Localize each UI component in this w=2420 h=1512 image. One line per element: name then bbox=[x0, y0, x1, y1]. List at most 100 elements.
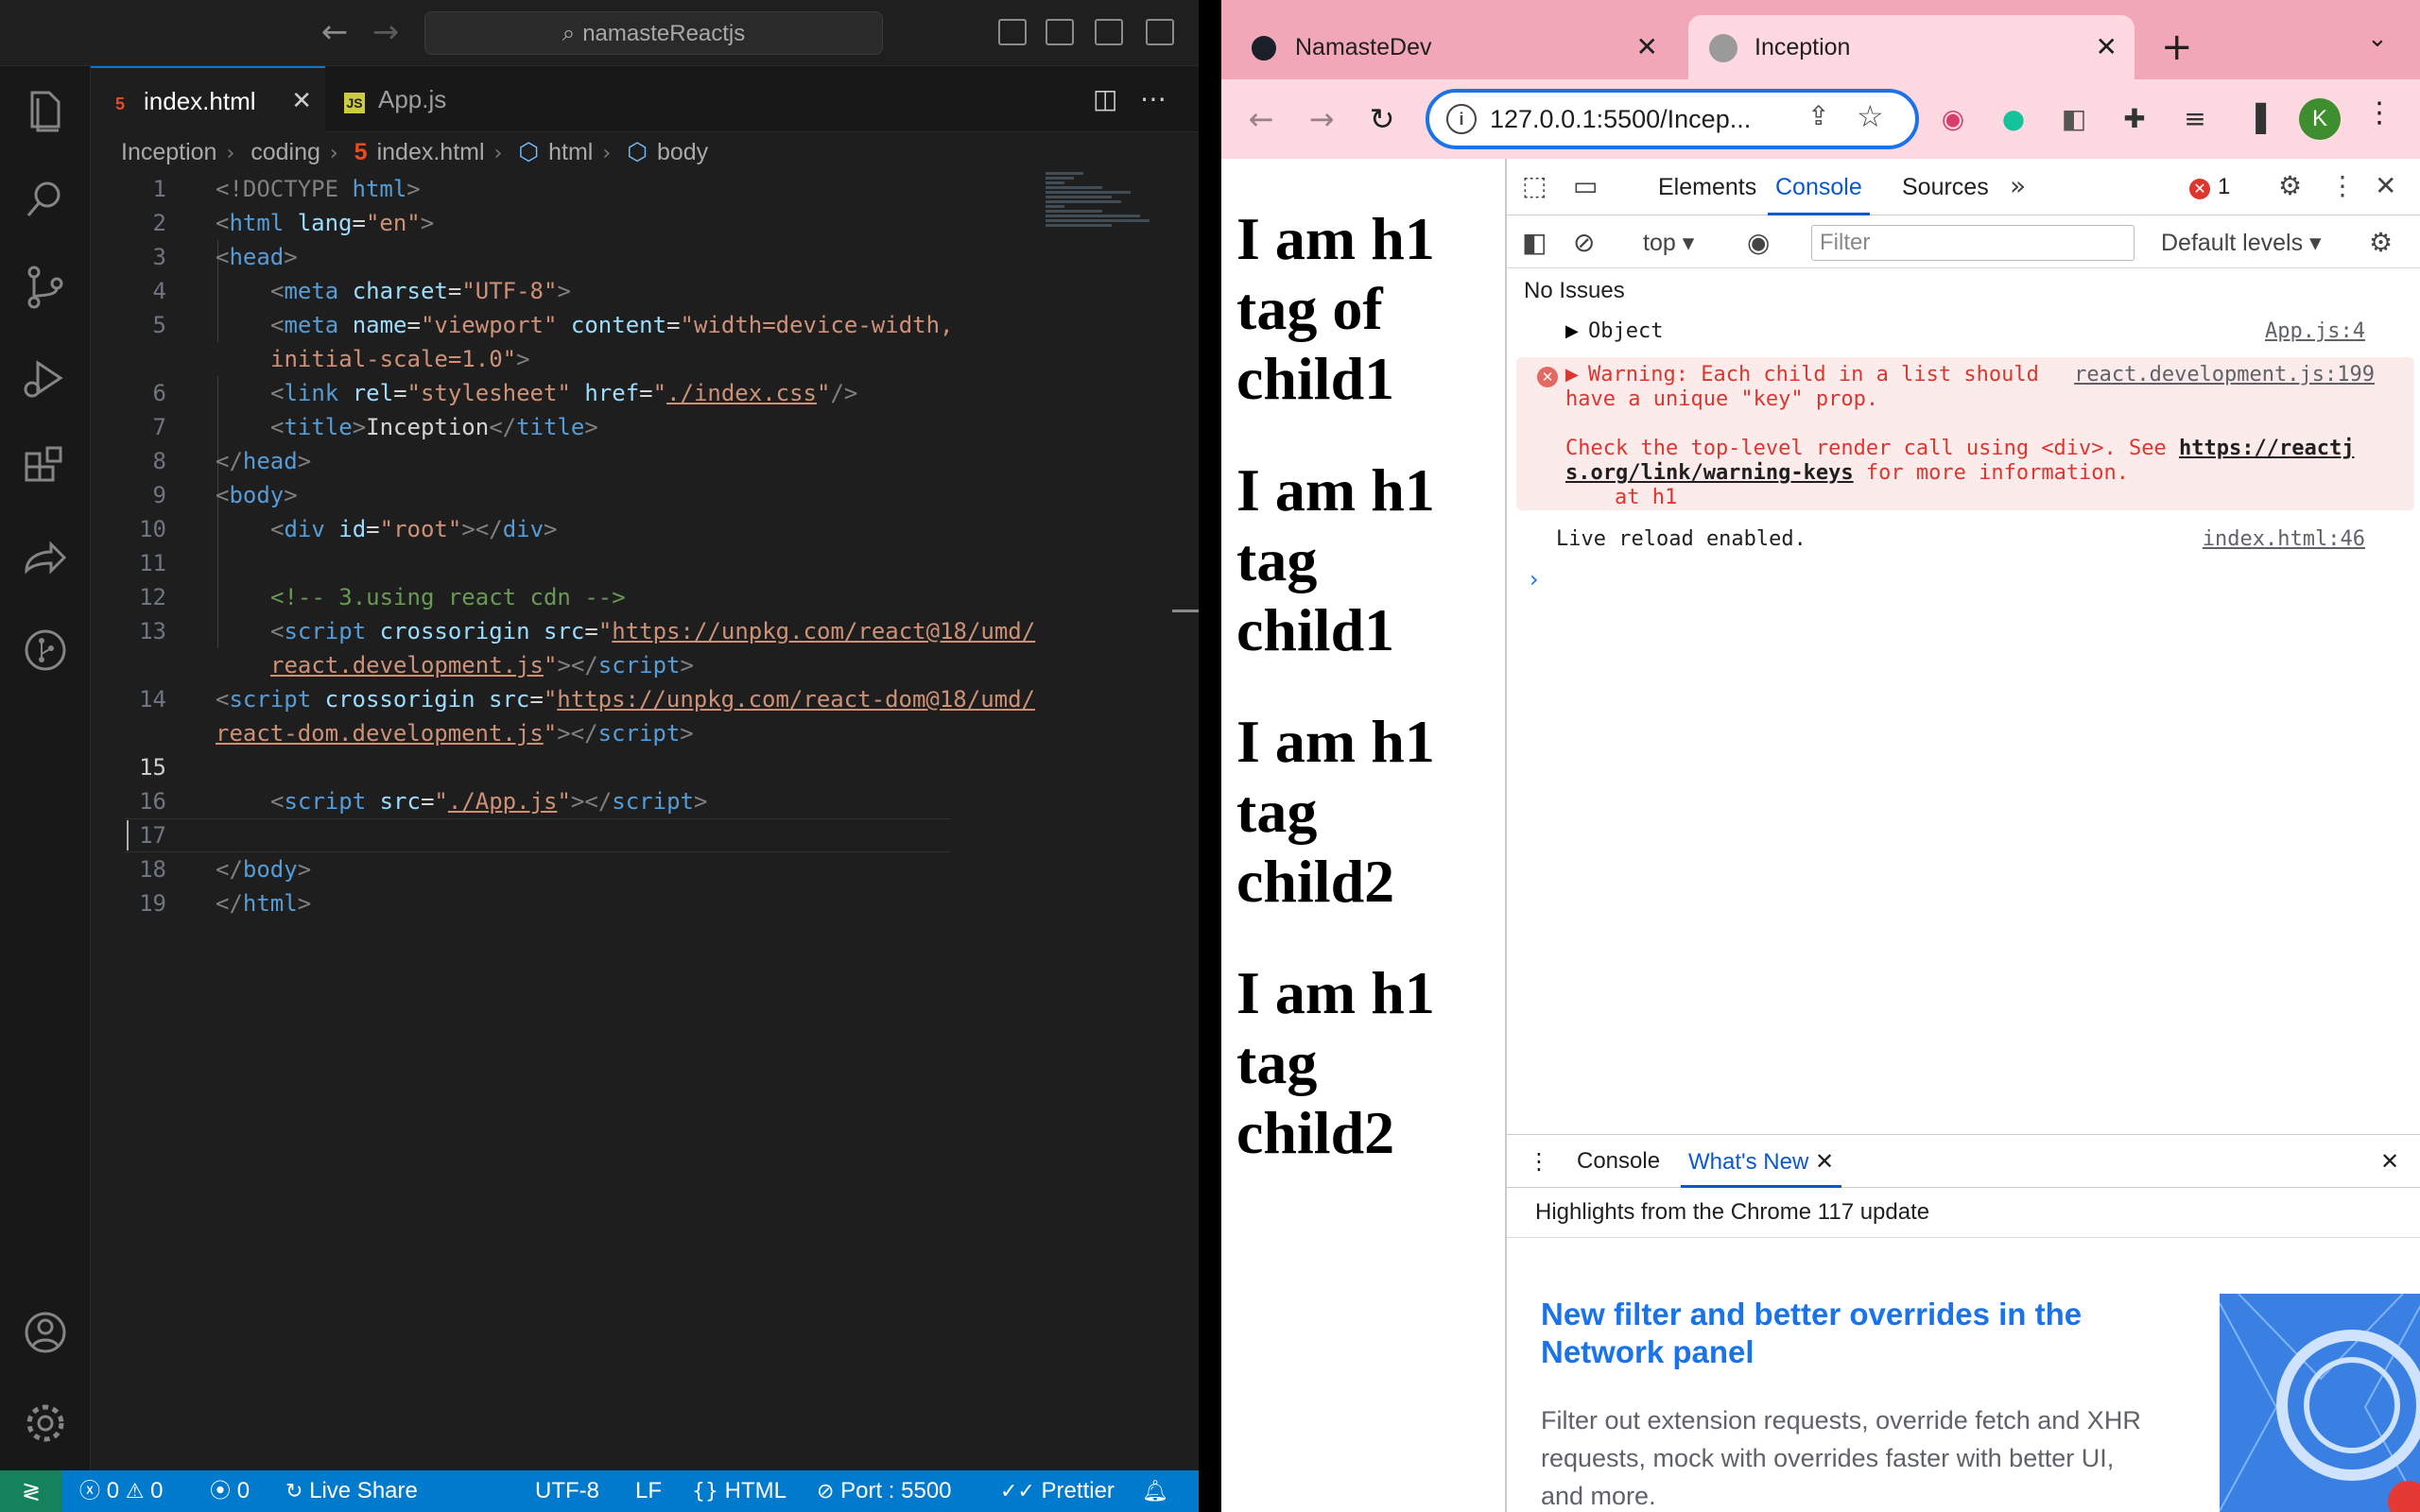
remote-indicator-icon[interactable]: ≷ bbox=[0, 1470, 62, 1512]
drawer-tab-console[interactable]: Console bbox=[1577, 1135, 1660, 1188]
reload-icon[interactable]: ↻ bbox=[1359, 96, 1405, 142]
console-source-link[interactable]: react.development.js:199 bbox=[2074, 363, 2375, 387]
profile-avatar[interactable]: K bbox=[2299, 98, 2341, 140]
close-tab-icon[interactable]: ✕ bbox=[1815, 1148, 1834, 1175]
toggle-panel-icon[interactable] bbox=[1046, 19, 1074, 45]
grammarly-extension-icon[interactable]: ● bbox=[1993, 98, 2034, 140]
tab-app-js[interactable]: JS App.js bbox=[325, 66, 529, 132]
live-expression-eye-icon[interactable]: ◉ bbox=[1747, 227, 1770, 258]
extensions-puzzle-icon[interactable]: ✚ bbox=[2114, 98, 2155, 140]
code-link[interactable]: https://unpkg.com/react-dom@18/umd/ bbox=[557, 686, 1035, 713]
browser-tab-namastedev[interactable]: NamasteDev ✕ bbox=[1229, 15, 1675, 79]
side-panel-icon[interactable]: ▐ bbox=[2235, 98, 2276, 140]
warning-link[interactable]: s.org/link/warning-keys bbox=[1565, 461, 1854, 485]
breadcrumb-item[interactable]: coding bbox=[251, 139, 320, 165]
settings-gear-icon[interactable] bbox=[19, 1397, 72, 1450]
tab-index-html[interactable]: 5 index.html ✕ bbox=[91, 66, 325, 132]
breadcrumb-item[interactable]: body bbox=[657, 139, 708, 165]
issues-status[interactable]: No Issues bbox=[1524, 270, 1625, 312]
breadcrumb-item[interactable]: html bbox=[548, 139, 593, 165]
notifications-bell-icon[interactable]: 🔔︎ bbox=[1142, 1470, 1168, 1512]
close-tab-icon[interactable]: ✕ bbox=[2096, 15, 2118, 79]
close-devtools-icon[interactable]: ✕ bbox=[2375, 170, 2396, 201]
problems-status[interactable]: ⓧ 0 ⚠ 0 bbox=[79, 1470, 163, 1512]
toggle-sidebar-icon[interactable] bbox=[998, 19, 1027, 45]
warning-link[interactable]: https://reactj bbox=[2179, 437, 2354, 460]
live-server-status[interactable]: ⊘ Port : 5500 bbox=[817, 1470, 952, 1512]
new-tab-plus-icon[interactable]: + bbox=[2161, 21, 2193, 74]
search-icon[interactable] bbox=[19, 172, 72, 225]
close-tab-icon[interactable]: ✕ bbox=[1636, 15, 1658, 79]
screen-recorder-extension-icon[interactable]: ◉ bbox=[1932, 98, 1974, 140]
log-levels-dropdown[interactable]: Default levels ▾ bbox=[2161, 229, 2322, 257]
inspect-element-icon[interactable]: ⬚ bbox=[1522, 170, 1547, 201]
more-options-icon[interactable]: ⋮ bbox=[2329, 170, 2356, 201]
code-link[interactable]: ./App.js bbox=[448, 788, 558, 815]
tab-console[interactable]: Console bbox=[1768, 159, 1870, 215]
address-bar[interactable]: i 127.0.0.1:5500/Incep... ⇪ ☆ bbox=[1426, 89, 1919, 149]
console-warning-message[interactable]: ✕ ▶ Warning: Each child in a list should… bbox=[1516, 357, 2414, 510]
code-link[interactable]: react-dom.development.js bbox=[216, 720, 544, 747]
toggle-secondary-sidebar-icon[interactable] bbox=[1095, 19, 1123, 45]
error-icon: ⓧ bbox=[79, 1480, 101, 1503]
breadcrumb-item[interactable]: Inception bbox=[121, 139, 216, 165]
code-token: id bbox=[338, 516, 367, 542]
drawer-menu-icon[interactable]: ⋮ bbox=[1528, 1135, 1550, 1188]
bookmark-star-icon[interactable]: ☆ bbox=[1857, 98, 1884, 134]
more-actions-icon[interactable]: ⋯ bbox=[1140, 85, 1167, 113]
prettier-status[interactable]: ✓✓ Prettier bbox=[1000, 1470, 1115, 1512]
back-arrow-icon[interactable]: ← bbox=[316, 13, 354, 51]
language-status[interactable]: {} HTML bbox=[692, 1470, 786, 1512]
expand-triangle-icon[interactable]: ▶ bbox=[1565, 363, 1579, 387]
command-center-search[interactable]: ⌕ namasteReactjs bbox=[424, 11, 883, 55]
minimap[interactable] bbox=[1046, 172, 1159, 266]
split-editor-icon[interactable]: ◫ bbox=[1093, 85, 1117, 113]
tab-elements[interactable]: Elements bbox=[1658, 159, 1756, 215]
console-filter-input[interactable]: Filter bbox=[1811, 225, 2135, 261]
context-selector[interactable]: top ▾ bbox=[1643, 229, 1694, 257]
live-share-icon[interactable] bbox=[19, 533, 72, 586]
more-tabs-chevron-icon[interactable]: » bbox=[2010, 170, 2026, 201]
forward-arrow-icon[interactable]: → bbox=[1299, 96, 1344, 142]
customize-layout-icon[interactable] bbox=[1146, 19, 1174, 45]
run-debug-icon[interactable] bbox=[19, 352, 72, 404]
close-drawer-icon[interactable]: ✕ bbox=[2380, 1135, 2399, 1188]
browser-tab-inception[interactable]: Inception ✕ bbox=[1688, 15, 2135, 79]
code-link[interactable]: https://unpkg.com/react@18/umd/ bbox=[612, 618, 1035, 644]
console-object[interactable]: Object bbox=[1588, 319, 1663, 344]
live-share-status[interactable]: ↻ Live Share bbox=[285, 1470, 418, 1512]
console-settings-gear-icon[interactable]: ⚙ bbox=[2369, 227, 2393, 258]
accounts-icon[interactable] bbox=[19, 1306, 72, 1359]
share-icon[interactable]: ⇪ bbox=[1807, 100, 1829, 131]
explorer-icon[interactable] bbox=[19, 85, 72, 138]
media-controls-icon[interactable]: ≡ bbox=[2174, 98, 2216, 140]
extensions-icon[interactable] bbox=[19, 442, 72, 495]
extension-icon[interactable]: ◧ bbox=[2053, 98, 2095, 140]
tab-search-chevron-icon[interactable]: ⌄ bbox=[2367, 25, 2388, 53]
breadcrumb-item[interactable]: index.html bbox=[377, 139, 485, 165]
clear-console-icon[interactable]: ⊘ bbox=[1573, 227, 1595, 258]
source-control-icon[interactable] bbox=[19, 261, 72, 314]
eol-status[interactable]: LF bbox=[635, 1470, 662, 1512]
console-source-link[interactable]: App.js:4 bbox=[2265, 319, 2365, 344]
error-counter[interactable]: ✕ 1 bbox=[2189, 159, 2230, 215]
code-link[interactable]: react.development.js bbox=[270, 652, 544, 679]
browser-menu-icon[interactable]: ⋮ bbox=[2365, 96, 2394, 129]
back-arrow-icon[interactable]: ← bbox=[1238, 96, 1284, 142]
url-text[interactable]: 127.0.0.1:5500/Incep... bbox=[1490, 93, 1751, 146]
drawer-tab-whats-new[interactable]: What's New ✕ bbox=[1681, 1135, 1842, 1188]
sidebar-toggle-icon[interactable]: ◧ bbox=[1522, 227, 1547, 258]
git-graph-icon[interactable] bbox=[19, 624, 72, 677]
site-info-icon[interactable]: i bbox=[1446, 104, 1477, 134]
tab-sources[interactable]: Sources bbox=[1902, 159, 1989, 215]
encoding-status[interactable]: UTF-8 bbox=[535, 1470, 599, 1512]
console-source-link[interactable]: index.html:46 bbox=[2203, 527, 2365, 552]
code-link[interactable]: ./index.css bbox=[666, 380, 817, 406]
close-tab-icon[interactable]: ✕ bbox=[291, 68, 312, 134]
forward-arrow-icon[interactable]: → bbox=[367, 13, 405, 51]
ports-status[interactable]: ⦿ 0 bbox=[210, 1470, 250, 1512]
expand-triangle-icon[interactable]: ▶ bbox=[1565, 319, 1579, 344]
settings-gear-icon[interactable]: ⚙ bbox=[2278, 170, 2302, 201]
feature-title-link[interactable]: New filter and better overrides in the N… bbox=[1541, 1296, 2127, 1371]
device-toolbar-icon[interactable]: ▭ bbox=[1573, 170, 1598, 201]
